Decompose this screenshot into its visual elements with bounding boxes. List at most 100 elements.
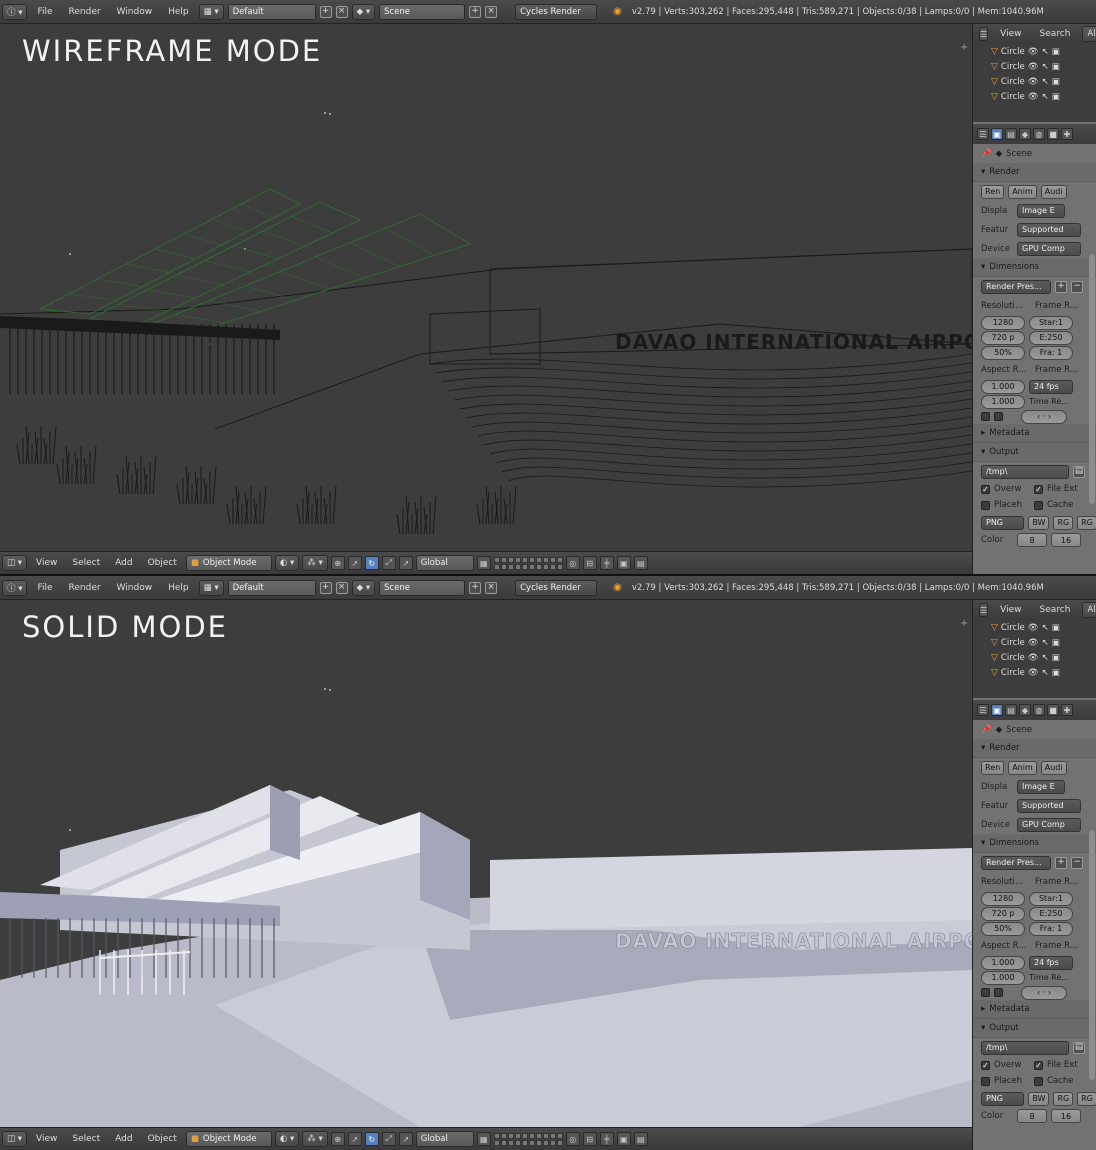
scene-field[interactable]: Scene [379, 579, 466, 596]
render-audio-button[interactable]: Audi [1040, 184, 1067, 199]
outliner-view-menu[interactable]: View [994, 605, 1027, 615]
color-mode-rgb[interactable]: RG [1053, 1091, 1074, 1106]
display-select[interactable]: Image E [1017, 203, 1065, 218]
editor-type-button[interactable]: ⓘ ▾ [2, 579, 28, 596]
aspect-x-field[interactable]: 1.000 [981, 379, 1025, 394]
render-panel-header[interactable]: ▾ Render [973, 739, 1096, 758]
remove-scene-icon[interactable]: × [485, 581, 498, 594]
viewport-corner-icon[interactable]: + [960, 618, 968, 629]
outliner-row[interactable]: ▽ Circle 👁 ↖ ▣ [973, 59, 1096, 74]
render-preset-select[interactable]: Render Pres... [981, 279, 1051, 294]
camera-icon[interactable]: ▣ [1052, 92, 1060, 102]
viewport-editor-type-button[interactable]: ◫ ▾ [2, 555, 27, 571]
transform-icon[interactable]: ↗ [398, 556, 413, 570]
display-select[interactable]: Image E [1017, 779, 1065, 794]
color-depth-16[interactable]: 16 [1051, 533, 1081, 547]
outliner-editor-icon[interactable]: ☰ [979, 27, 989, 41]
color-mode-bw[interactable]: BW [1028, 515, 1050, 530]
scene-tab-icon[interactable]: ◆ [1019, 128, 1031, 140]
crop-checkbox[interactable] [994, 988, 1003, 997]
metadata-panel-header[interactable]: ▸ Metadata [973, 1000, 1096, 1019]
scene-field[interactable]: Scene [379, 3, 466, 20]
frame-start-field[interactable]: Star:1 [1029, 891, 1073, 906]
snap-element-icon[interactable]: ╪ [599, 1132, 614, 1146]
eye-icon[interactable]: 👁 [1028, 638, 1039, 648]
color-depth-8[interactable]: 8 [1017, 1109, 1047, 1123]
snap-element-icon[interactable]: ╪ [599, 556, 614, 570]
menu-select[interactable]: Select [66, 1134, 106, 1144]
menu-view[interactable]: View [30, 558, 63, 568]
interaction-mode-select[interactable]: ■ Object Mode [185, 1131, 272, 1147]
overwrite-checkbox[interactable]: ✓ [981, 484, 990, 494]
menu-add[interactable]: Add [109, 1134, 138, 1144]
opengl-render-icon[interactable]: ▣ [616, 1132, 631, 1146]
camera-icon[interactable]: ▣ [1052, 77, 1060, 87]
viewport-editor-type-button[interactable]: ◫ ▾ [2, 1131, 27, 1147]
placeholders-checkbox[interactable] [981, 500, 990, 510]
properties-scrollbar[interactable] [1089, 254, 1095, 504]
device-select[interactable]: GPU Comp [1017, 241, 1081, 256]
cursor-icon[interactable]: ↖ [1042, 638, 1049, 648]
dimensions-panel-header[interactable]: ▾ Dimensions [973, 258, 1096, 277]
rotate-icon[interactable]: ↻ [364, 1132, 379, 1146]
render-engine-select[interactable]: Cycles Render [515, 3, 598, 20]
camera-icon[interactable]: ▣ [1052, 623, 1060, 633]
file-format-select[interactable]: PNG [981, 1091, 1025, 1106]
eye-icon[interactable]: 👁 [1028, 653, 1039, 663]
outliner-all-button[interactable]: All [1082, 26, 1096, 42]
orientation-select[interactable]: Global [415, 1131, 474, 1147]
menu-add[interactable]: Add [109, 558, 138, 568]
outliner-search-menu[interactable]: Search [1034, 29, 1077, 39]
menu-object[interactable]: Object [142, 558, 183, 568]
render-preset-select[interactable]: Render Pres... [981, 855, 1051, 870]
viewport-shading-button[interactable]: ◐ ▾ [274, 1131, 300, 1147]
frame-step-field[interactable]: Fra: 1 [1029, 345, 1073, 360]
file-ext-checkbox[interactable]: ✓ [1034, 484, 1043, 494]
resolution-x-field[interactable]: 1280 [981, 891, 1025, 906]
translate-icon[interactable]: ↗ [347, 556, 362, 570]
frame-step-field[interactable]: Fra: 1 [1029, 921, 1073, 936]
layer-lock-icon[interactable]: ▦ [476, 556, 491, 570]
resolution-y-field[interactable]: 720 p [981, 906, 1025, 921]
eye-icon[interactable]: 👁 [1028, 77, 1039, 87]
render-layers-tab-icon[interactable]: ▤ [1005, 704, 1017, 716]
opengl-render-icon[interactable]: ▣ [616, 556, 631, 570]
layout-field[interactable]: Default [227, 579, 316, 596]
menu-select[interactable]: Select [66, 558, 106, 568]
placeholders-checkbox[interactable] [981, 1076, 990, 1086]
add-scene-icon[interactable]: + [469, 5, 482, 18]
editor-type-button[interactable]: ⓘ ▾ [2, 3, 28, 20]
output-panel-header[interactable]: ▾ Output [973, 443, 1096, 462]
scale-icon[interactable]: ⤢ [381, 1132, 396, 1146]
add-layout-icon[interactable]: + [319, 581, 332, 594]
camera-icon[interactable]: ▣ [1052, 638, 1060, 648]
translate-icon[interactable]: ↗ [347, 1132, 362, 1146]
remove-layout-icon[interactable]: × [335, 581, 348, 594]
cursor-icon[interactable]: ↖ [1042, 653, 1049, 663]
properties-scrollbar[interactable] [1089, 830, 1095, 1080]
eye-icon[interactable]: 👁 [1028, 623, 1039, 633]
resolution-y-field[interactable]: 720 p [981, 330, 1025, 345]
render-layers-tab-icon[interactable]: ▤ [1005, 128, 1017, 140]
viewport-corner-icon[interactable]: + [960, 42, 968, 53]
color-depth-8[interactable]: 8 [1017, 533, 1047, 547]
scene-tab-icon[interactable]: ◆ [1019, 704, 1031, 716]
render-still-button[interactable]: Ren [981, 760, 1005, 775]
camera-icon[interactable]: ▣ [1052, 653, 1060, 663]
border-checkbox[interactable] [981, 412, 990, 421]
folder-icon[interactable]: ▤ [1073, 465, 1085, 478]
remove-layout-icon[interactable]: × [335, 5, 348, 18]
remove-scene-icon[interactable]: × [485, 5, 498, 18]
add-preset-icon[interactable]: + [1055, 280, 1067, 293]
fps-select[interactable]: 24 fps [1029, 955, 1073, 970]
output-path-field[interactable]: /tmp\ [981, 464, 1069, 479]
add-preset-icon[interactable]: + [1055, 856, 1067, 869]
cursor-icon[interactable]: ↖ [1042, 77, 1049, 87]
render-engine-select[interactable]: Cycles Render [515, 579, 598, 596]
cursor-icon[interactable]: ↖ [1042, 623, 1049, 633]
object-tab-icon[interactable]: ■ [1047, 704, 1059, 716]
pin-icon[interactable]: 📌 [981, 149, 992, 159]
modifier-tab-icon[interactable]: ✚ [1061, 128, 1073, 140]
eye-icon[interactable]: 👁 [1028, 92, 1039, 102]
file-ext-checkbox[interactable]: ✓ [1034, 1060, 1043, 1070]
